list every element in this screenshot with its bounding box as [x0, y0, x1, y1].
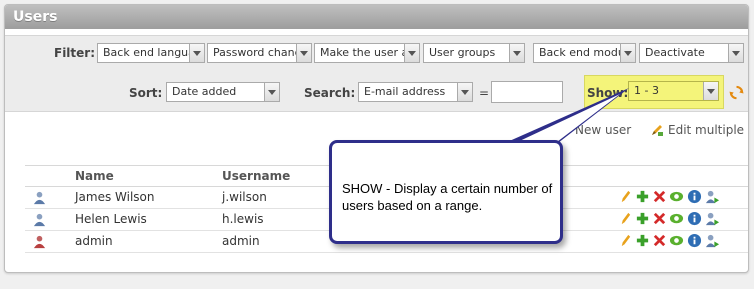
edit-multiple-label: Edit multiple — [668, 123, 745, 137]
row-actions — [618, 233, 728, 249]
filter-select-user-groups[interactable]: User groups — [423, 43, 525, 63]
eye-icon[interactable] — [669, 189, 684, 204]
search-label: Search: — [304, 86, 356, 100]
sort-select[interactable]: Date added — [166, 82, 280, 102]
users-panel: Users Filter: Back end langua Password c… — [4, 4, 749, 273]
table-row: Helen Lewis h.lewis — [25, 209, 748, 231]
chevron-down-icon — [296, 44, 311, 62]
search-field-select[interactable]: E-mail address — [358, 82, 473, 102]
user-icon — [33, 213, 46, 227]
edit-icon[interactable] — [618, 189, 633, 204]
show-range-select[interactable]: 1 - 3 — [628, 81, 719, 101]
chevron-down-icon — [703, 82, 718, 100]
table-header: Name Username — [25, 165, 748, 187]
edit-icon[interactable] — [618, 211, 633, 226]
users-table: Name Username James Wilson j.wilson Hele — [25, 165, 748, 253]
copy-plus-icon[interactable] — [635, 233, 650, 248]
filter-bar: Filter: Back end langua Password chang M… — [5, 35, 748, 73]
row-actions — [618, 189, 728, 205]
search-input[interactable] — [491, 81, 563, 103]
toggle-user-icon[interactable] — [705, 211, 720, 226]
column-username-header[interactable]: Username — [222, 169, 290, 183]
new-user-label: New user — [575, 123, 632, 137]
user-name: Helen Lewis — [75, 212, 147, 226]
table-row: James Wilson j.wilson — [25, 187, 748, 209]
edit-multiple-icon — [652, 125, 663, 136]
chevron-down-icon — [264, 83, 279, 101]
chevron-down-icon — [620, 44, 635, 62]
add-icon — [557, 124, 570, 137]
toggle-user-icon[interactable] — [705, 189, 720, 204]
edit-icon[interactable] — [618, 233, 633, 248]
filter-select-backend-language[interactable]: Back end langua — [97, 43, 205, 63]
sort-label: Sort: — [129, 86, 163, 100]
delete-icon[interactable] — [652, 189, 667, 204]
user-username: h.lewis — [222, 212, 264, 226]
search-operator: = — [479, 86, 490, 100]
table-row: admin admin — [25, 231, 748, 253]
eye-icon[interactable] — [669, 233, 684, 248]
filter-select-password-change[interactable]: Password chang — [207, 43, 312, 63]
filter-select-make-user-admin[interactable]: Make the user a — [314, 43, 420, 63]
admin-user-icon — [33, 235, 46, 249]
chevron-down-icon — [457, 83, 472, 101]
column-name-header[interactable]: Name — [75, 169, 114, 183]
user-username: j.wilson — [222, 190, 267, 204]
filter-select-deactivate[interactable]: Deactivate — [639, 43, 744, 63]
user-name: admin — [75, 234, 113, 248]
chevron-down-icon — [189, 44, 204, 62]
chevron-down-icon — [728, 44, 743, 62]
info-icon[interactable] — [687, 189, 702, 204]
user-name: James Wilson — [75, 190, 155, 204]
delete-icon[interactable] — [652, 233, 667, 248]
refresh-icon[interactable] — [729, 85, 744, 100]
filter-label: Filter: — [54, 46, 96, 60]
row-actions — [618, 211, 728, 227]
user-icon — [33, 191, 46, 205]
info-icon[interactable] — [687, 233, 702, 248]
copy-plus-icon[interactable] — [635, 189, 650, 204]
show-label: Show: — [587, 86, 629, 100]
panel-title: Users — [5, 5, 748, 29]
filter-select-backend-modules[interactable]: Back end module — [533, 43, 636, 63]
copy-plus-icon[interactable] — [635, 211, 650, 226]
eye-icon[interactable] — [669, 211, 684, 226]
toggle-user-icon[interactable] — [705, 233, 720, 248]
user-username: admin — [222, 234, 260, 248]
info-icon[interactable] — [687, 211, 702, 226]
chevron-down-icon — [404, 44, 419, 62]
chevron-down-icon — [509, 44, 524, 62]
delete-icon[interactable] — [652, 211, 667, 226]
